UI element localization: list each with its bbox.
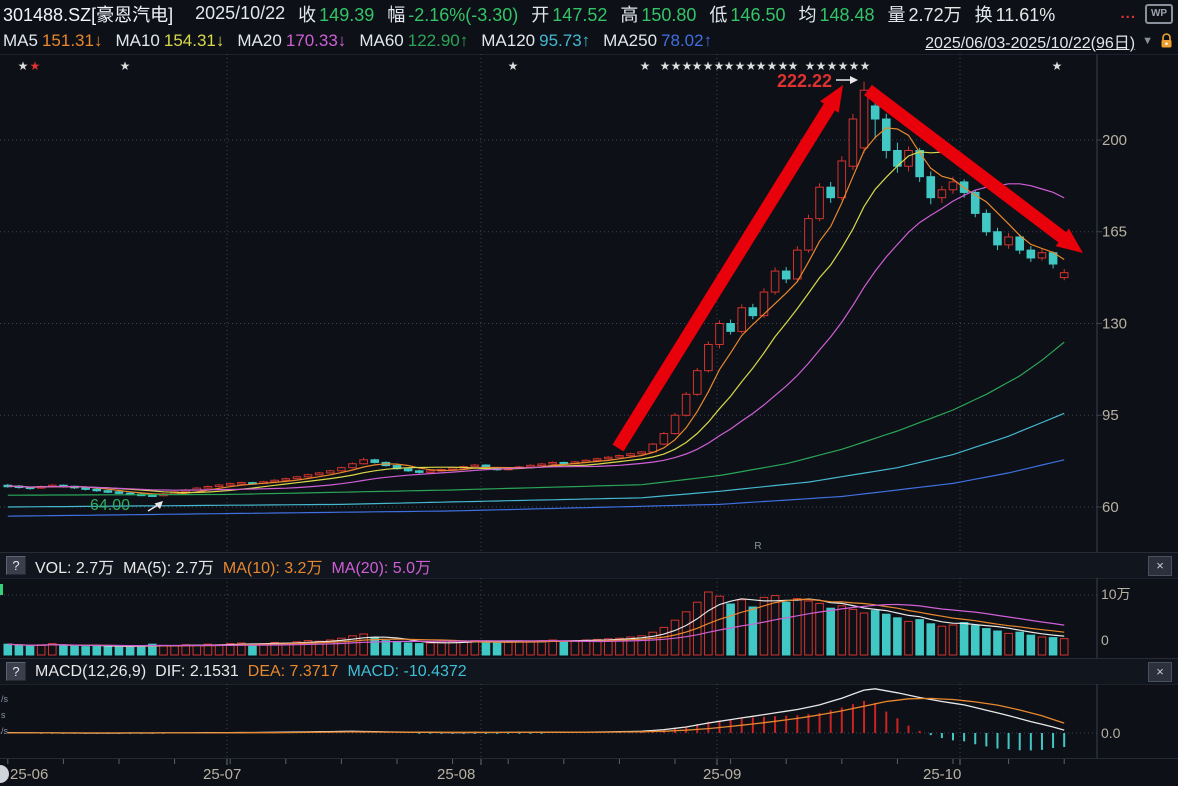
svg-text:25-07: 25-07: [203, 766, 241, 783]
svg-text:★: ★: [767, 59, 778, 73]
macd-close-button[interactable]: ×: [1148, 662, 1172, 682]
volume-close-button[interactable]: ×: [1148, 556, 1172, 576]
svg-text:95: 95: [1102, 407, 1119, 424]
date-range-selector[interactable]: 2025/06/03-2025/10/22(96日): [925, 29, 1135, 53]
wp-badge-label: WP: [1151, 8, 1167, 19]
svg-text:0: 0: [1101, 632, 1109, 648]
svg-text:25-08: 25-08: [437, 766, 475, 783]
macd-panel-header: ? MACD(12,26,9)DIF: 2.1531DEA: 7.3717MAC…: [0, 658, 1178, 685]
svg-text:★: ★: [640, 59, 651, 73]
macd-chart[interactable]: 0.0/s s/s: [0, 684, 1178, 758]
uptrend-arrow: [618, 85, 843, 448]
candlestick-series: [4, 82, 1068, 497]
ma-value-item: MA20170.33↓: [237, 31, 346, 51]
volume-help-button[interactable]: ?: [6, 556, 26, 575]
quote-title-bar: 301488.SZ[豪恩汽电] 2025/10/22 收149.39 幅-2.16…: [0, 0, 1178, 27]
quote-field: 高150.80: [620, 1, 696, 27]
quote-fields: 收149.39 幅-2.16%(-3.30) 开147.52 高150.80 低146.…: [285, 1, 1055, 27]
svg-text:★: ★: [508, 59, 519, 73]
svg-text:165: 165: [1102, 224, 1127, 241]
wp-monitor-icon[interactable]: WP: [1145, 4, 1173, 24]
svg-text:★: ★: [660, 59, 671, 73]
clock-icon: [0, 765, 9, 783]
quote-field: 开147.52: [531, 1, 607, 27]
quote-field: 收149.39: [298, 1, 374, 27]
svg-text:★: ★: [692, 59, 703, 73]
svg-text:★: ★: [838, 59, 849, 73]
more-ellipsis[interactable]: ...: [1120, 5, 1136, 22]
left-edge-fragment: [0, 584, 3, 595]
svg-text:★: ★: [849, 59, 860, 73]
svg-text:130: 130: [1102, 315, 1127, 332]
quote-field: 低146.50: [709, 1, 785, 27]
indicator-value: MA(20): 5.0万: [331, 554, 431, 578]
svg-text:★: ★: [735, 59, 746, 73]
macd-indicator-values: MACD(12,26,9) DIF: 2.1531 DEA: 7.3717 MACD:…: [35, 663, 467, 681]
indicator-value: MACD: -10.4372: [348, 663, 467, 681]
volume-indicator-values: VOL: 2.7万 MA(5): 2.7万 MA(10): 3.2万 MA(20): …: [35, 554, 431, 578]
downtrend-arrow: [868, 90, 1083, 253]
volume-chart[interactable]: 10万 0: [0, 578, 1178, 658]
svg-text:★: ★: [120, 59, 131, 73]
svg-text:64.00: 64.00: [90, 497, 130, 514]
quote-field: 量2.72万: [888, 1, 962, 27]
svg-text:★: ★: [671, 59, 682, 73]
svg-text:★: ★: [860, 59, 871, 73]
svg-text:★: ★: [30, 59, 41, 73]
quote-date: 2025/10/22: [195, 3, 285, 24]
stock-chart-app: 301488.SZ[豪恩汽电] 2025/10/22 收149.39 幅-2.16…: [0, 0, 1178, 786]
lock-icon[interactable]: [1160, 33, 1173, 49]
chevron-down-icon[interactable]: ▼: [1142, 35, 1153, 47]
svg-text:★: ★: [703, 59, 714, 73]
svg-text:200: 200: [1102, 132, 1127, 149]
svg-text:★: ★: [724, 59, 735, 73]
svg-text:/s: /s: [1, 726, 9, 736]
svg-text:★: ★: [756, 59, 767, 73]
svg-text:★: ★: [1052, 59, 1063, 73]
quote-field: 均148.48: [798, 1, 874, 27]
indicator-value: VOL: 2.7万: [35, 554, 114, 578]
indicator-value: MA(10): 3.2万: [223, 554, 323, 578]
svg-text:60: 60: [1102, 499, 1119, 516]
svg-text:222.22: 222.22: [777, 71, 832, 91]
svg-text:25-09: 25-09: [703, 766, 741, 783]
peak-price-annotation: 222.22: [777, 71, 858, 91]
volume-panel-header: ? VOL: 2.7万 MA(5): 2.7万 MA(10): 3.2万 MA(20)…: [0, 552, 1178, 579]
svg-text:s: s: [1, 710, 6, 720]
svg-text:R: R: [754, 541, 761, 552]
ma-indicator-bar: MA5151.31↓ MA10154.31↓ MA20170.33↓ MA60122.…: [0, 27, 1178, 55]
indicator-value: DIF: 2.1531: [155, 663, 239, 681]
date-range-controls: 2025/06/03-2025/10/22(96日) ▼: [925, 29, 1178, 53]
ma-value-item: MA12095.73↑: [481, 31, 590, 51]
ma-value-item: MA60122.90↑: [359, 31, 468, 51]
ma-value-item: MA25078.02↑: [603, 31, 712, 51]
svg-text:25-10: 25-10: [923, 766, 961, 783]
svg-text:0.0: 0.0: [1101, 725, 1121, 741]
svg-text:25-06: 25-06: [10, 766, 48, 783]
indicator-value: MA(5): 2.7万: [123, 554, 214, 578]
stock-symbol: 301488.SZ[豪恩汽电]: [3, 1, 173, 27]
indicator-value: MACD(12,26,9): [35, 663, 146, 681]
time-axis[interactable]: 25-06 25-07 25-08 25-09 25-10: [0, 758, 1178, 786]
macd-help-button[interactable]: ?: [6, 662, 26, 681]
ma-value-item: MA10154.31↓: [115, 31, 224, 51]
main-candlestick-chart[interactable]: 200 165 130 95 60 ★★★★★★★★★★★★★★★★★★★★★★★★★ R 2…: [0, 54, 1178, 552]
ma-values: MA5151.31↓ MA10154.31↓ MA20170.33↓ MA60122.…: [3, 31, 725, 51]
svg-text:10万: 10万: [1101, 586, 1131, 602]
quote-field: 幅-2.16%(-3.30): [387, 1, 518, 27]
limit-up-star-markers: ★★★★★★★★★★★★★★★★★★★★★★★★★: [18, 59, 1063, 73]
indicator-value: DEA: 7.3717: [248, 663, 339, 681]
ma-value-item: MA5151.31↓: [3, 31, 102, 51]
svg-text:★: ★: [18, 59, 29, 73]
macd-histogram: [7, 701, 1065, 751]
quote-field: 换11.61%: [975, 1, 1056, 27]
svg-text:/s: /s: [1, 694, 9, 704]
